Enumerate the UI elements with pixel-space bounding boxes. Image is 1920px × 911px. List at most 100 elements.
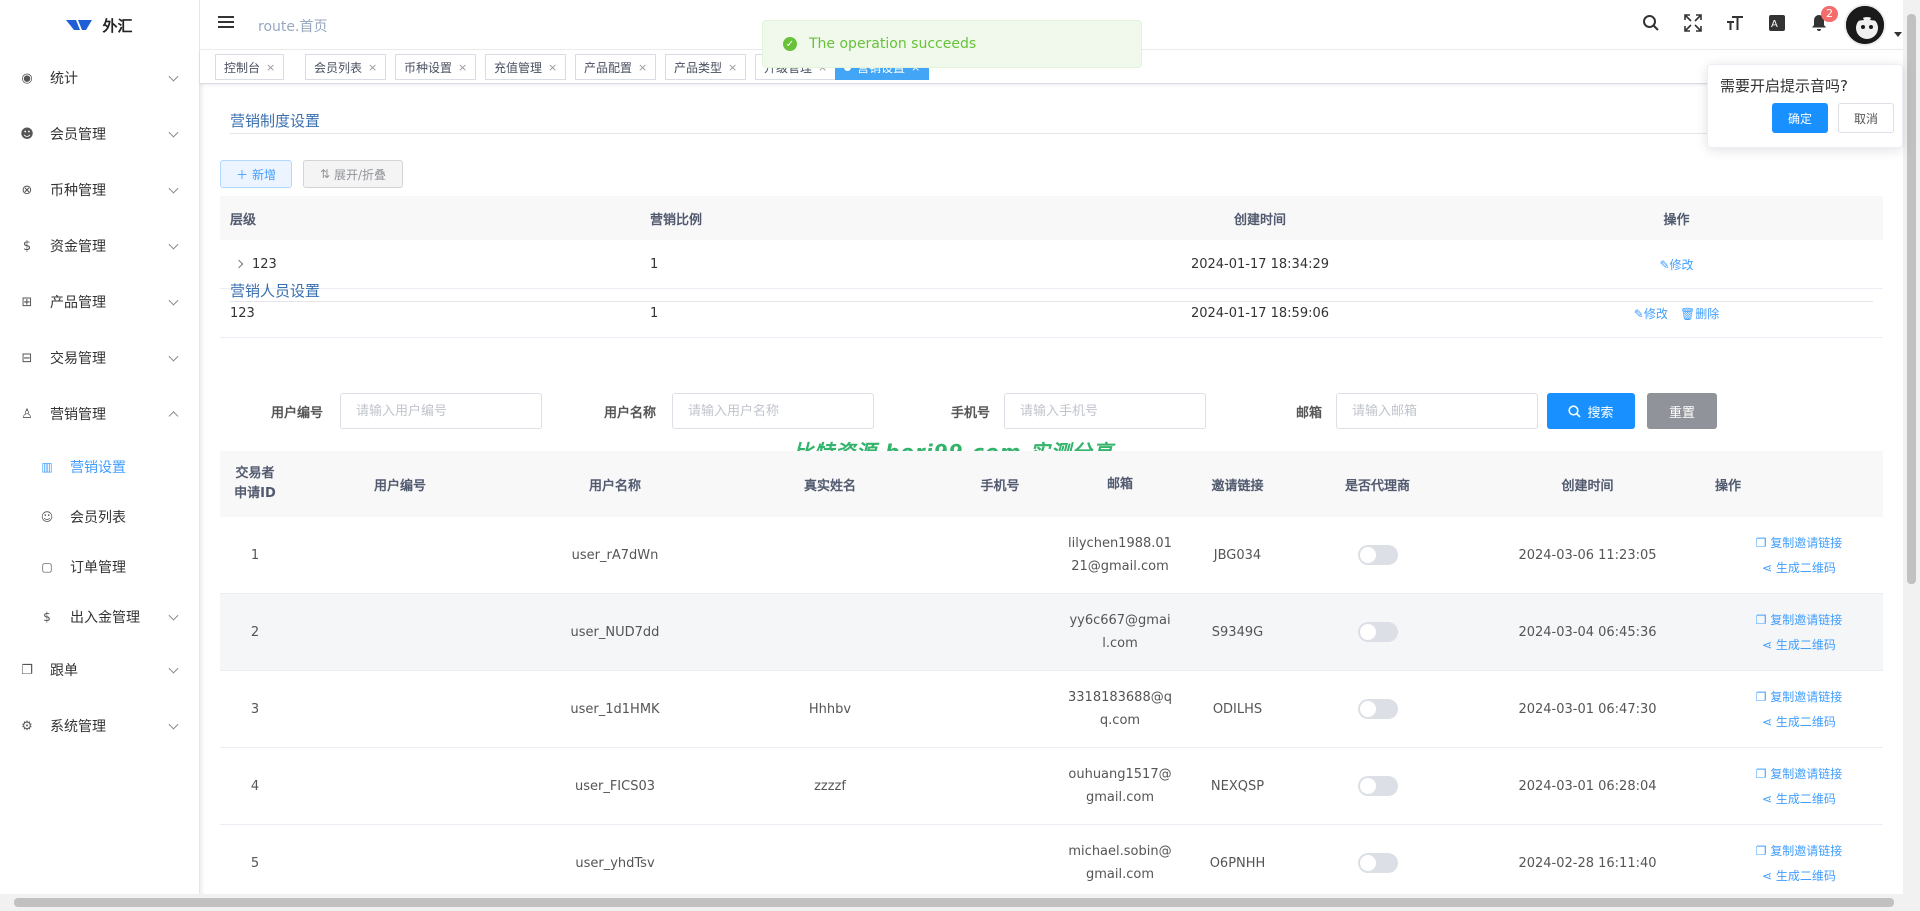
language-icon[interactable]: A	[1766, 12, 1788, 34]
users-icon: ☻	[20, 126, 34, 142]
sidebar: 外汇 ◉ 统计 ☻ 会员管理 ⊗ 币种管理 $ 资金管理 ⊞ 产品管理 ⊟ 交易…	[0, 0, 200, 911]
close-icon[interactable]: ×	[458, 61, 467, 74]
sidebar-item-system[interactable]: ⚙ 系统管理	[0, 698, 199, 754]
confirm-button[interactable]: 确定	[1772, 103, 1828, 133]
agent-toggle[interactable]	[1357, 853, 1398, 873]
share-icon: ⋖	[1762, 638, 1776, 652]
sidebar-item-stats[interactable]: ◉ 统计	[0, 50, 199, 106]
table-row: 4 user_FICS03 zzzzf ouhuang1517@gmail.co…	[220, 748, 1883, 825]
scrollbar-thumb[interactable]	[14, 898, 1894, 907]
column-header: 营销比例	[650, 212, 703, 228]
chevron-up-icon	[168, 411, 179, 422]
avatar[interactable]	[1844, 4, 1886, 46]
delete-link[interactable]: 🗑删除	[1680, 307, 1719, 321]
table-row: 123 1 2024-01-17 18:59:06 ✎修改 🗑删除	[220, 289, 1883, 338]
copy-invite-link[interactable]: ❐ 复制邀请链接	[1756, 842, 1843, 859]
sidebar-subitem-deposit-withdraw[interactable]: $ 出入金管理	[0, 592, 199, 642]
breadcrumb[interactable]: route.首页	[258, 16, 327, 36]
share-icon: ⋖	[1762, 561, 1776, 575]
search-button[interactable]: 搜索	[1547, 393, 1635, 429]
copy-invite-link[interactable]: ❐ 复制邀请链接	[1756, 534, 1843, 551]
qr-label: 生成二维码	[1775, 561, 1836, 575]
rules-table: 层级 营销比例 创建时间 操作 123 1 2024-01-17 18:34:2…	[220, 196, 1883, 338]
close-icon[interactable]: ×	[266, 61, 275, 74]
sidebar-subitem-orders[interactable]: ▢ 订单管理	[0, 542, 199, 592]
copy-invite-link[interactable]: ❐ 复制邀请链接	[1756, 611, 1843, 628]
scrollbar-thumb[interactable]	[1907, 14, 1916, 584]
agent-toggle[interactable]	[1357, 699, 1398, 719]
menu-toggle-icon[interactable]	[218, 16, 234, 30]
sidebar-item-marketing[interactable]: ♙ 营销管理	[0, 386, 199, 442]
chevron-down-icon	[168, 127, 179, 138]
close-icon[interactable]: ×	[368, 61, 377, 74]
time-cell: 2024-03-04 06:45:36	[1518, 624, 1657, 640]
edit-link[interactable]: ✎修改	[1634, 307, 1668, 321]
fullscreen-icon[interactable]	[1682, 12, 1704, 34]
agent-toggle[interactable]	[1357, 776, 1398, 796]
level-cell: 123	[252, 256, 277, 272]
tag-product-config[interactable]: 产品配置 ×	[575, 54, 657, 80]
bell-icon[interactable]: 2	[1808, 6, 1838, 34]
time-cell: 2024-03-01 06:47:30	[1518, 701, 1657, 717]
staff-table: 交易者 申请ID 用户编号 用户名称 真实姓名 手机号 邮箱 邀请链接 是否代理商…	[220, 451, 1883, 894]
email-cell: yy6c667@gmail.com	[1069, 613, 1171, 651]
expand-collapse-button[interactable]: ⇅ 展开/折叠	[303, 160, 403, 188]
sidebar-subitem-marketing-settings[interactable]: ▥ 营销设置	[0, 442, 199, 492]
sidebar-item-products[interactable]: ⊞ 产品管理	[0, 274, 199, 330]
close-icon[interactable]: ×	[548, 61, 557, 74]
tag-label: 充值管理	[494, 60, 543, 75]
reset-button[interactable]: 重置	[1647, 393, 1717, 429]
delete-label: 删除	[1695, 306, 1720, 321]
sidebar-item-currency[interactable]: ⊗ 币种管理	[0, 162, 199, 218]
time-cell: 2024-03-06 11:23:05	[1518, 547, 1657, 563]
sidebar-item-members[interactable]: ☻ 会员管理	[0, 106, 199, 162]
agent-toggle[interactable]	[1357, 622, 1398, 642]
sidebar-item-funds[interactable]: $ 资金管理	[0, 218, 199, 274]
generate-qr-link[interactable]: ⋖ 生成二维码	[1762, 867, 1836, 884]
user-name-label: 用户名称	[604, 406, 657, 421]
caret-down-icon[interactable]	[1894, 32, 1902, 37]
add-button[interactable]: ＋ 新增	[220, 160, 292, 188]
column-header-line: 交易者	[235, 466, 275, 481]
chevron-down-icon	[168, 610, 179, 621]
search-icon[interactable]	[1640, 12, 1662, 34]
share-icon: ⋖	[1762, 869, 1776, 883]
plus-icon: ＋	[235, 167, 248, 182]
copy-invite-link[interactable]: ❐ 复制邀请链接	[1756, 688, 1843, 705]
tag-dashboard[interactable]: 控制台 ×	[215, 54, 285, 80]
sidebar-subitem-member-list[interactable]: ☺ 会员列表	[0, 492, 199, 542]
vertical-scrollbar[interactable]	[1903, 0, 1920, 894]
generate-qr-link[interactable]: ⋖ 生成二维码	[1762, 790, 1836, 807]
generate-qr-link[interactable]: ⋖ 生成二维码	[1762, 559, 1836, 576]
chevron-down-icon	[168, 71, 179, 82]
email-input[interactable]	[1336, 393, 1538, 429]
tag-currency-settings[interactable]: 币种设置 ×	[395, 54, 477, 80]
user-name-input[interactable]	[672, 393, 874, 429]
logo[interactable]: 外汇	[0, 0, 199, 50]
horizontal-scrollbar[interactable]	[0, 894, 1920, 911]
generate-qr-link[interactable]: ⋖ 生成二维码	[1762, 713, 1836, 730]
expand-row-icon[interactable]	[234, 259, 244, 269]
user-code-input[interactable]	[340, 393, 542, 429]
copy-invite-link[interactable]: ❐ 复制邀请链接	[1756, 765, 1843, 782]
agent-toggle[interactable]	[1357, 545, 1398, 565]
search-button-label: 搜索	[1587, 405, 1614, 421]
tag-recharge[interactable]: 充值管理 ×	[485, 54, 567, 80]
table-row: 5 user_yhdTsv michael.sobin@gmail.com O6…	[220, 825, 1883, 894]
close-icon[interactable]: ×	[638, 61, 647, 74]
tag-product-type[interactable]: 产品类型 ×	[665, 54, 747, 80]
cancel-button[interactable]: 取消	[1838, 103, 1894, 133]
edit-link[interactable]: ✎修改	[1659, 258, 1693, 272]
tag-member-list[interactable]: 会员列表 ×	[305, 54, 387, 80]
sidebar-item-copytrade[interactable]: ❐ 跟单	[0, 642, 199, 698]
user-code-label: 用户编号	[271, 406, 324, 421]
level-cell: 123	[230, 305, 255, 321]
sidebar-item-trading[interactable]: ⊟ 交易管理	[0, 330, 199, 386]
close-icon[interactable]: ×	[728, 61, 737, 74]
generate-qr-link[interactable]: ⋖ 生成二维码	[1762, 636, 1836, 653]
sidebar-item-label: 营销设置	[70, 460, 126, 476]
money-icon: $	[22, 238, 32, 254]
copy-label: 复制邀请链接	[1770, 536, 1843, 550]
phone-input[interactable]	[1004, 393, 1206, 429]
font-size-icon[interactable]	[1724, 12, 1746, 34]
